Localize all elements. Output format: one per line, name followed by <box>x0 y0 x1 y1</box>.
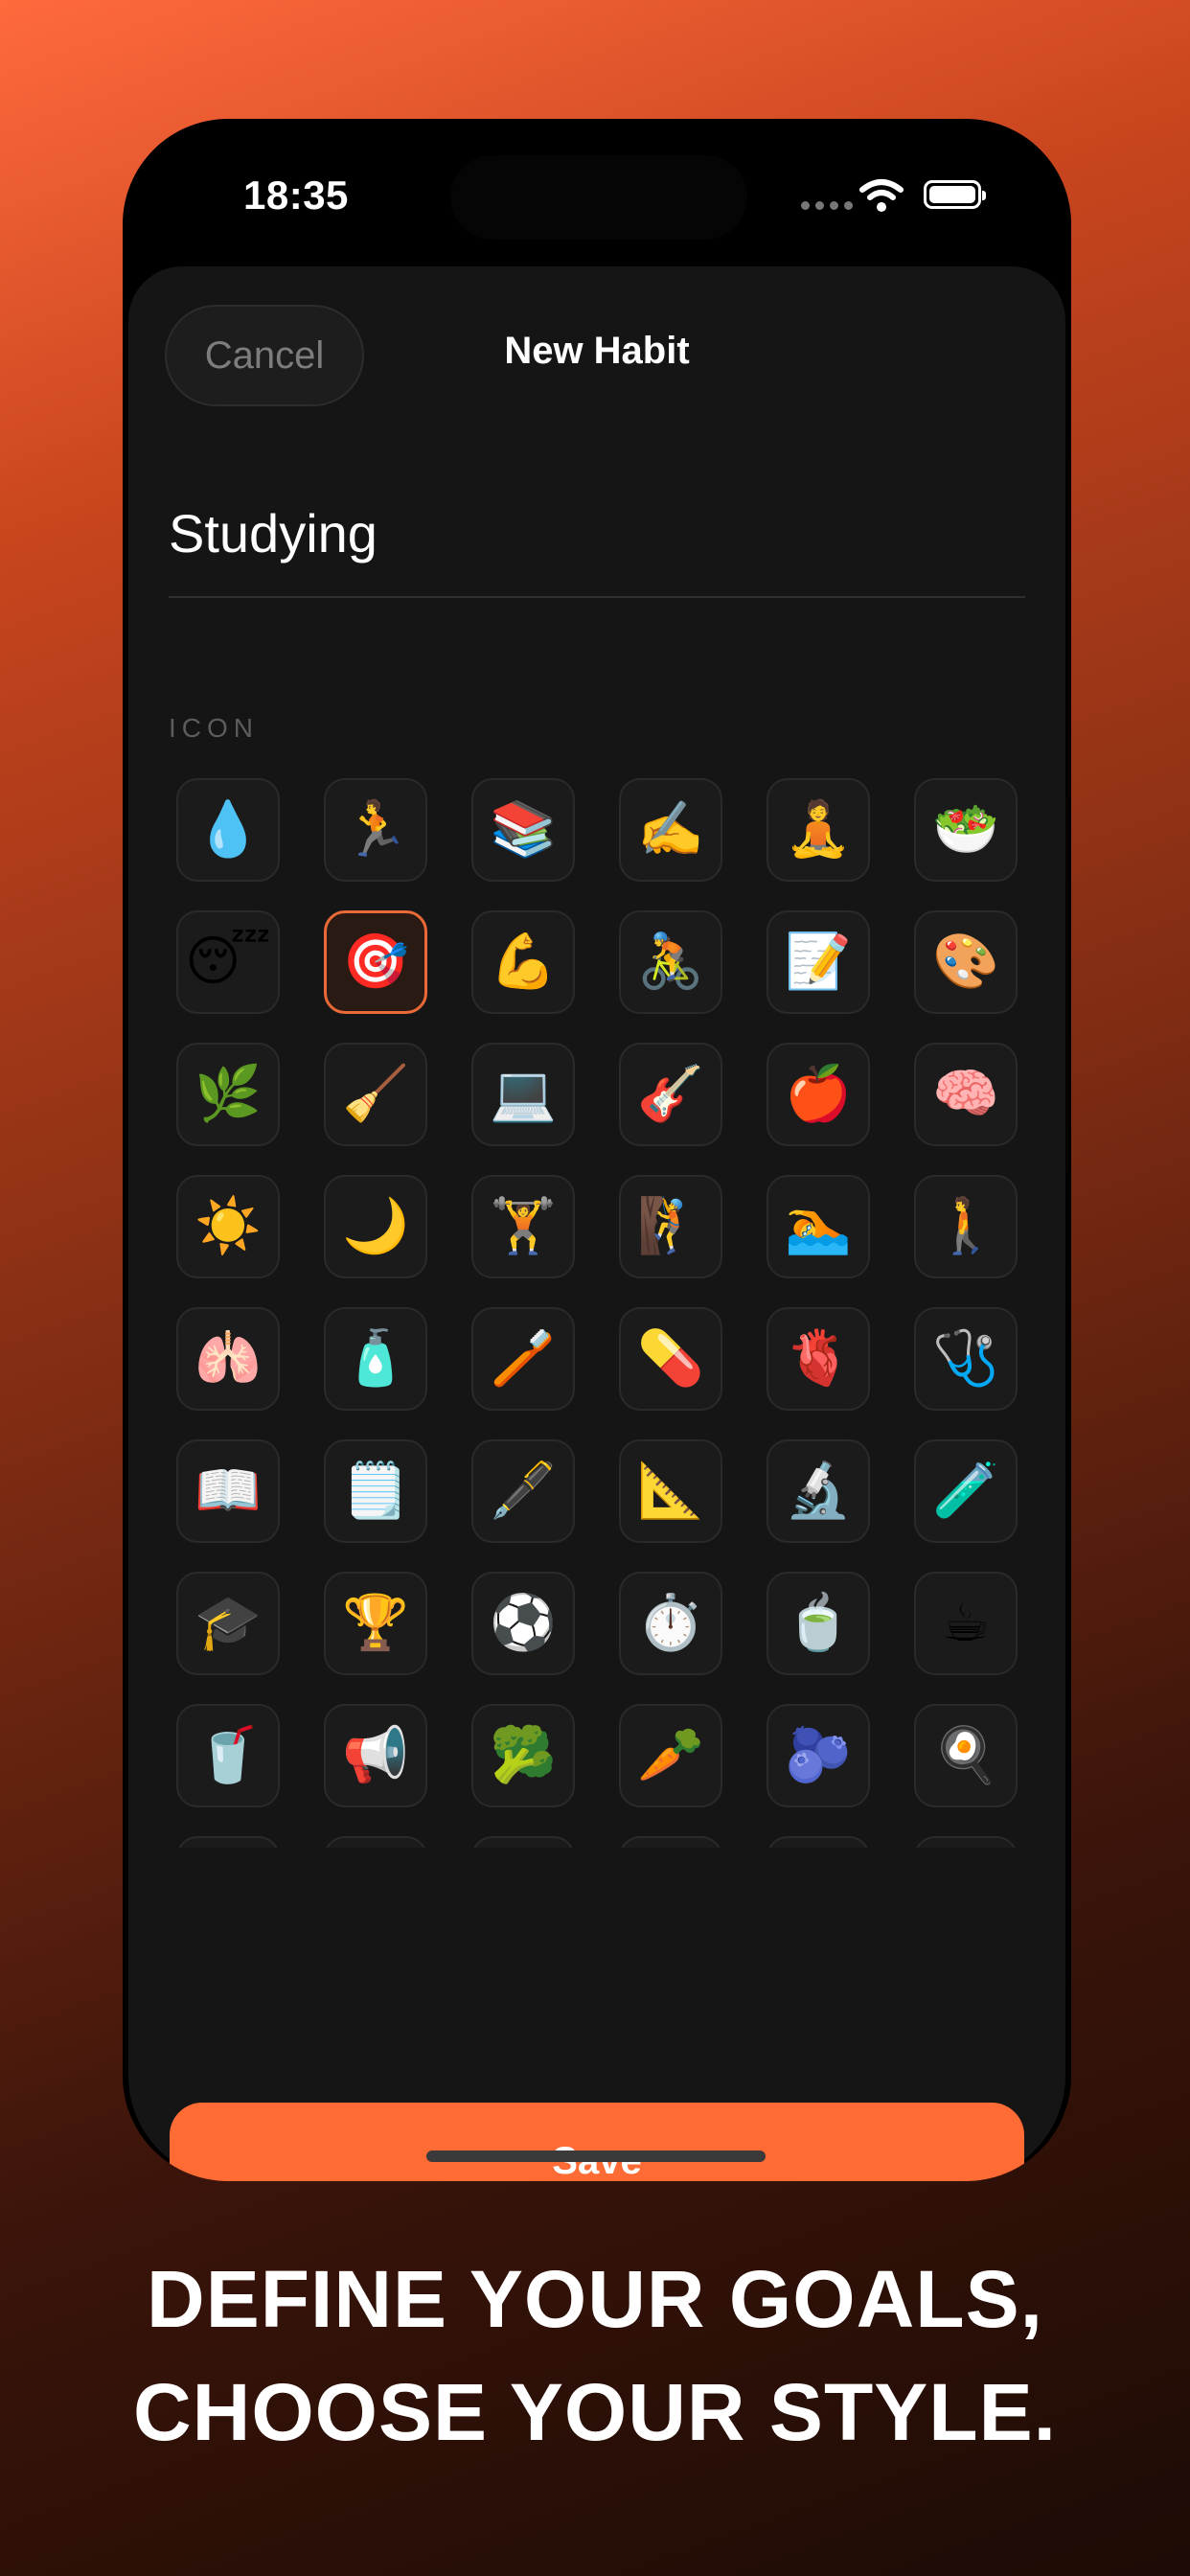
status-time: 18:35 <box>243 172 349 218</box>
status-bar: 18:35 <box>123 119 1071 263</box>
icon-option-partial[interactable] <box>471 1836 575 1848</box>
icon-option[interactable]: 🧹 <box>324 1043 427 1146</box>
icon-option[interactable]: 🚶 <box>914 1175 1018 1278</box>
icon-option[interactable]: 🏊 <box>767 1175 870 1278</box>
save-button[interactable]: Save <box>170 2103 1024 2181</box>
icon-option[interactable]: 🍎 <box>767 1043 870 1146</box>
icon-option[interactable]: 🧪 <box>914 1439 1018 1543</box>
wifi-icon <box>859 179 904 212</box>
icon-option[interactable]: 🧠 <box>914 1043 1018 1146</box>
icon-option[interactable]: 📐 <box>619 1439 722 1543</box>
icon-option[interactable]: 📖 <box>176 1439 280 1543</box>
icon-option[interactable]: 🧗 <box>619 1175 722 1278</box>
icon-option[interactable]: 📚 <box>471 778 575 882</box>
icon-option[interactable]: ⚽ <box>471 1572 575 1675</box>
icon-option-partial[interactable] <box>176 1836 280 1848</box>
icon-option[interactable]: 🥦 <box>471 1704 575 1807</box>
icon-option[interactable]: 🔬 <box>767 1439 870 1543</box>
habit-name-input[interactable] <box>169 500 1023 565</box>
icon-option[interactable]: 💊 <box>619 1307 722 1411</box>
icon-option[interactable]: 🥗 <box>914 778 1018 882</box>
icon-option[interactable]: 🎸 <box>619 1043 722 1146</box>
icon-option[interactable]: 📢 <box>324 1704 427 1807</box>
battery-icon <box>924 180 986 209</box>
sheet-title: New Habit <box>504 330 690 372</box>
icon-option[interactable]: 🎨 <box>914 910 1018 1014</box>
icon-option[interactable]: 🏃 <box>324 778 427 882</box>
icon-option-partial[interactable] <box>619 1836 722 1848</box>
icon-option[interactable]: 🎯 <box>324 910 427 1014</box>
icon-option[interactable]: 🚴 <box>619 910 722 1014</box>
home-indicator <box>426 2150 766 2162</box>
cellular-signal-icon <box>801 201 853 210</box>
icon-option-partial[interactable] <box>914 1836 1018 1848</box>
icon-option[interactable]: 📝 <box>767 910 870 1014</box>
icon-option[interactable]: 🫀 <box>767 1307 870 1411</box>
icon-option-partial[interactable] <box>324 1836 427 1848</box>
icon-grid: 💧 🏃 📚 ✍️ 🧘 🥗 😴 🎯 💪 🚴 📝 🎨 🌿 🧹 💻 🎸 🍎 🧠 ☀️ 🌙 🏋️ 🧗 🏊 🚶 🫁 🧴 🪥 💊 🫀 🩺 📖 🗒️ 🖋️ 📐 🔬… <box>176 778 1019 1848</box>
phone-frame: 18:35 Cancel New Habit ICON 💧🏃📚✍️🧘🥗😴🎯💪🚴📝… <box>123 119 1071 2181</box>
icon-option[interactable]: 💧 <box>176 778 280 882</box>
icon-option[interactable]: ☕ <box>914 1572 1018 1675</box>
icon-option[interactable]: 🧘 <box>767 778 870 882</box>
icon-option[interactable]: 🥤 <box>176 1704 280 1807</box>
icon-option[interactable]: 🌿 <box>176 1043 280 1146</box>
icon-option[interactable]: 🥕 <box>619 1704 722 1807</box>
icon-option[interactable]: ✍️ <box>619 778 722 882</box>
icon-option[interactable]: 🏋️ <box>471 1175 575 1278</box>
dynamic-island <box>450 155 747 240</box>
input-underline <box>169 596 1025 598</box>
icon-option[interactable]: 🌙 <box>324 1175 427 1278</box>
new-habit-sheet: Cancel New Habit ICON 💧🏃📚✍️🧘🥗😴🎯💪🚴📝🎨🌿🧹💻🎸🍎… <box>128 266 1065 2181</box>
icon-option[interactable]: 🧴 <box>324 1307 427 1411</box>
icon-option[interactable]: 🫐 <box>767 1704 870 1807</box>
icon-option[interactable]: 🎓 <box>176 1572 280 1675</box>
icon-option[interactable]: 🍳 <box>914 1704 1018 1807</box>
icon-option[interactable]: 💪 <box>471 910 575 1014</box>
icon-option-partial[interactable] <box>767 1836 870 1848</box>
tagline-line-2: CHOOSE YOUR STYLE. <box>133 2367 1057 2457</box>
icon-option[interactable]: 🍵 <box>767 1572 870 1675</box>
icon-option[interactable]: 🖋️ <box>471 1439 575 1543</box>
icon-option[interactable]: 💻 <box>471 1043 575 1146</box>
promo-tagline: DEFINE YOUR GOALS, CHOOSE YOUR STYLE. <box>0 2242 1190 2469</box>
icon-option[interactable]: 🪥 <box>471 1307 575 1411</box>
icon-option[interactable]: ☀️ <box>176 1175 280 1278</box>
icon-option[interactable]: 😴 <box>176 910 280 1014</box>
tagline-line-1: DEFINE YOUR GOALS, <box>147 2254 1043 2344</box>
icon-option[interactable]: 🩺 <box>914 1307 1018 1411</box>
icon-section-label: ICON <box>169 713 259 743</box>
icon-option[interactable]: 🫁 <box>176 1307 280 1411</box>
icon-option[interactable]: ⏱️ <box>619 1572 722 1675</box>
icon-option[interactable]: 🗒️ <box>324 1439 427 1543</box>
icon-option[interactable]: 🏆 <box>324 1572 427 1675</box>
